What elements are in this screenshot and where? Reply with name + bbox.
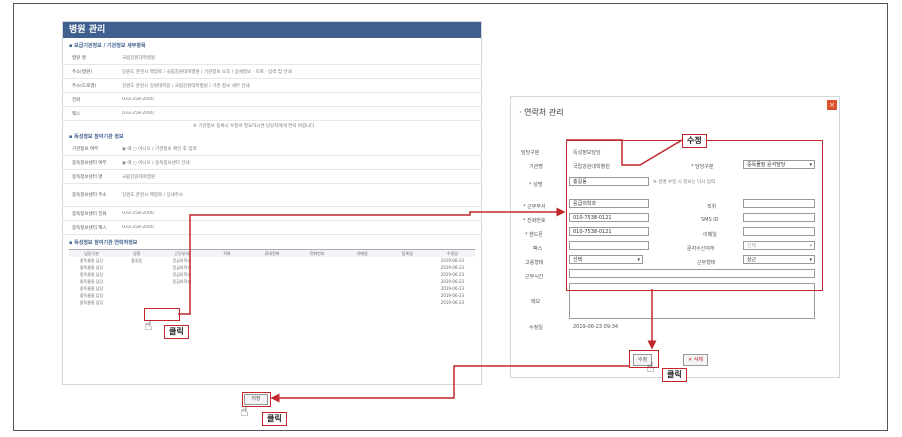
arrow-open-dialog: [178, 207, 566, 315]
arrow-edit-form: [566, 139, 683, 166]
flow-arrows: [178, 139, 683, 403]
arrow-to-save: [270, 365, 629, 403]
